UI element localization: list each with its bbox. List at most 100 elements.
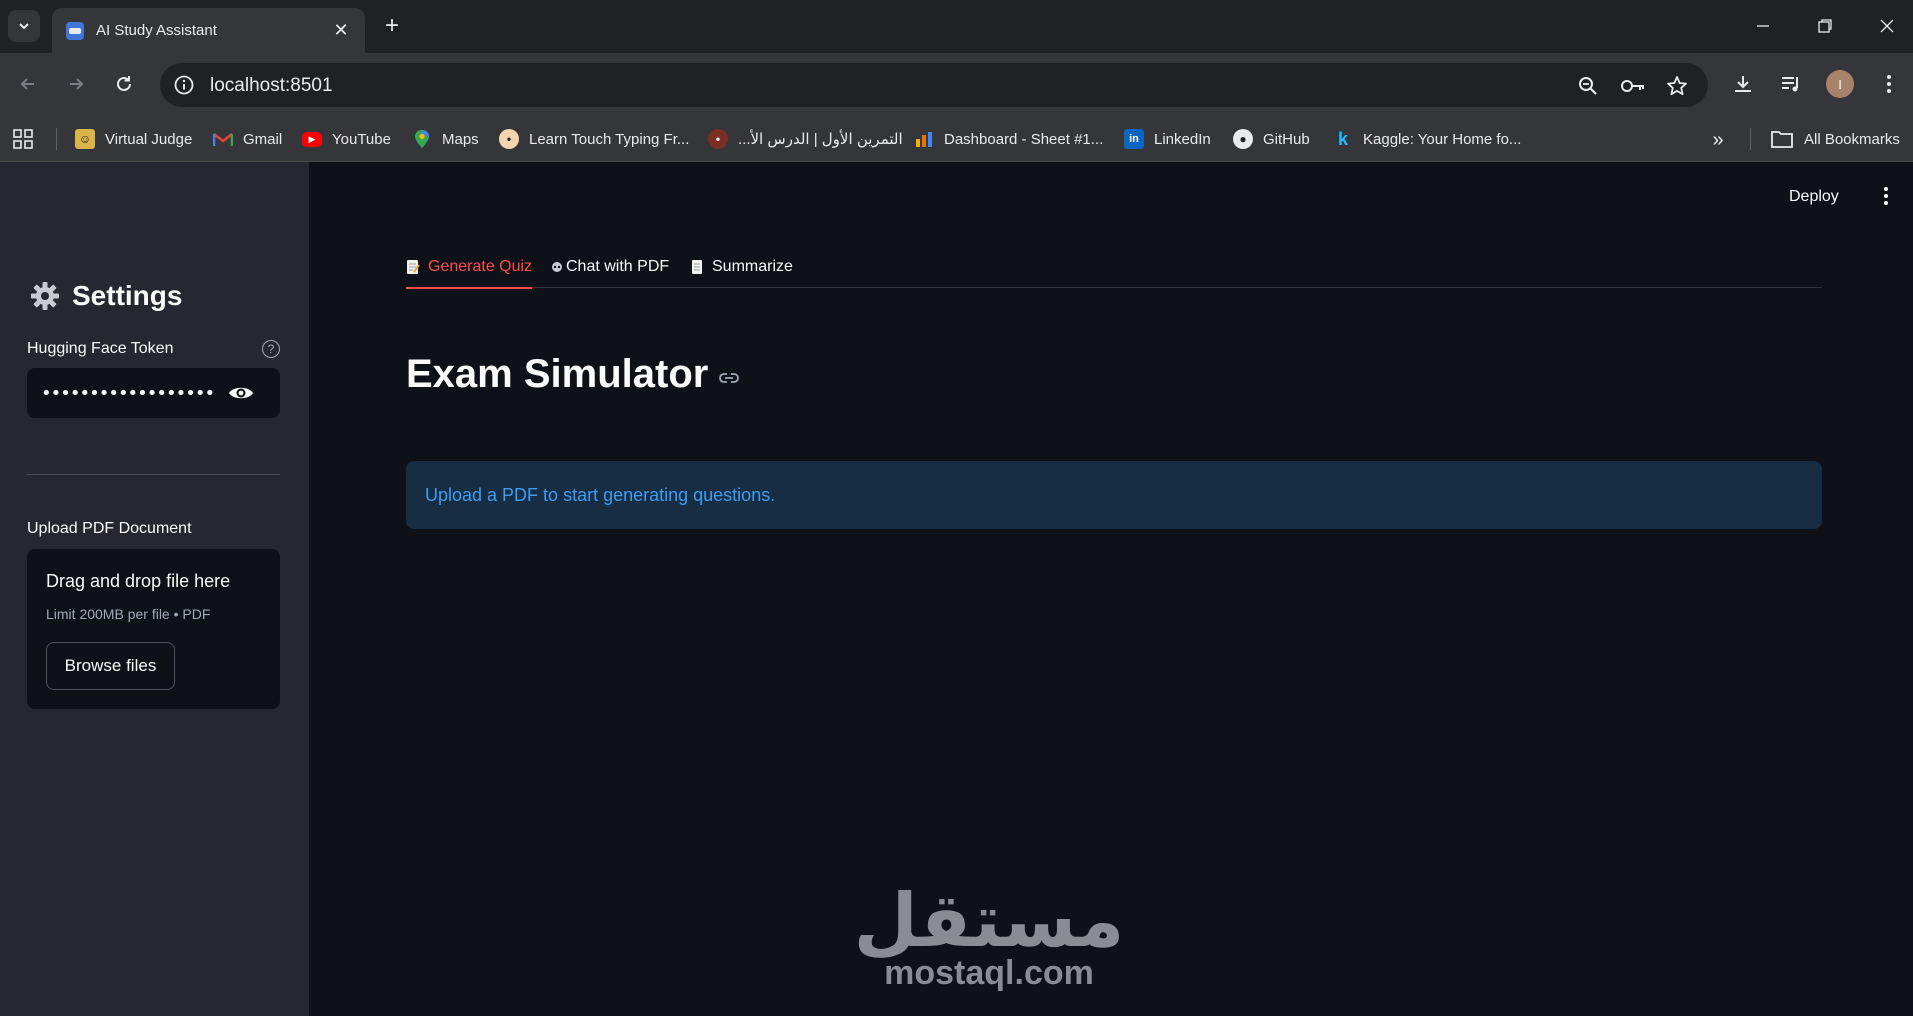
bookmark-gmail[interactable]: Gmail bbox=[213, 116, 282, 162]
restore-window-button[interactable] bbox=[1805, 10, 1845, 42]
virtual-judge-icon: ☺ bbox=[75, 129, 95, 149]
token-field[interactable] bbox=[27, 368, 280, 418]
bookmark-dashboard[interactable]: Dashboard - Sheet #1... bbox=[914, 116, 1103, 162]
site-info-icon[interactable] bbox=[172, 73, 196, 97]
youtube-icon: ▶ bbox=[302, 131, 322, 147]
close-window-button[interactable] bbox=[1867, 10, 1907, 42]
tab-label: Generate Quiz bbox=[428, 258, 533, 275]
kaggle-icon: k bbox=[1337, 128, 1348, 149]
show-password-eye-icon[interactable] bbox=[227, 380, 255, 406]
more-vertical-icon bbox=[1887, 75, 1891, 93]
tab-generate-quiz[interactable]: Generate Quiz bbox=[406, 246, 533, 289]
typing-icon: • bbox=[499, 129, 519, 149]
bookmark-label: YouTube bbox=[332, 130, 391, 148]
chevron-down-icon bbox=[19, 23, 29, 30]
bookmark-label: Maps bbox=[442, 130, 479, 148]
minimize-window-button[interactable] bbox=[1743, 10, 1783, 42]
dropzone-title: Drag and drop file here bbox=[46, 571, 231, 591]
sidebar-title: Settings bbox=[30, 280, 182, 312]
download-icon bbox=[1735, 76, 1751, 92]
tab-summarize[interactable]: Summarize bbox=[690, 246, 793, 288]
link-icon[interactable] bbox=[718, 367, 740, 389]
bookmark-label: التمرين الأول | الدرس الأ... bbox=[738, 131, 903, 148]
bookmark-maps[interactable]: Maps bbox=[412, 116, 479, 162]
dropzone-limit: Limit 200MB per file • PDF bbox=[46, 606, 211, 622]
tab-search-button[interactable] bbox=[8, 10, 40, 42]
bookmark-github[interactable]: ● GitHub bbox=[1233, 116, 1310, 162]
folder-icon bbox=[1771, 131, 1793, 148]
bookmark-label: Kaggle: Your Home fo... bbox=[1363, 130, 1522, 148]
memo-icon bbox=[407, 260, 420, 274]
main-content: Deploy Generate Quiz Chat with PDF Summa… bbox=[309, 162, 1913, 1016]
more-bookmarks-chevron-icon[interactable]: » bbox=[1705, 127, 1731, 153]
app-menu-button[interactable] bbox=[1874, 184, 1898, 208]
github-icon: ● bbox=[1233, 129, 1253, 149]
bookmark-youtube[interactable]: ▶ YouTube bbox=[302, 116, 391, 162]
password-key-icon[interactable] bbox=[1620, 73, 1646, 99]
tab-bar: Generate Quiz Chat with PDF Summarize bbox=[406, 246, 1822, 289]
gear-icon bbox=[31, 282, 59, 310]
gmail-icon bbox=[213, 129, 233, 149]
deploy-button[interactable]: Deploy bbox=[1789, 188, 1839, 206]
new-tab-button[interactable]: + bbox=[378, 12, 406, 40]
reload-icon bbox=[117, 76, 131, 91]
close-icon bbox=[1880, 19, 1894, 33]
reload-button[interactable] bbox=[109, 69, 139, 99]
tab-label: Summarize bbox=[712, 258, 793, 275]
url-text: localhost:8501 bbox=[210, 75, 333, 96]
robot-icon bbox=[552, 262, 562, 272]
page-title-text: Exam Simulator bbox=[406, 352, 709, 396]
bookmarks-separator bbox=[1750, 128, 1751, 150]
all-bookmarks-label: All Bookmarks bbox=[1804, 130, 1900, 148]
address-bar[interactable]: localhost:8501 bbox=[160, 63, 1708, 107]
profile-avatar[interactable]: I bbox=[1826, 70, 1854, 98]
back-button[interactable] bbox=[13, 69, 43, 99]
apps-grid-icon[interactable] bbox=[12, 128, 34, 150]
downloads-button[interactable] bbox=[1728, 69, 1758, 99]
bookmark-kaggle[interactable]: k Kaggle: Your Home fo... bbox=[1333, 116, 1521, 162]
info-message: Upload a PDF to start generating questio… bbox=[425, 484, 776, 505]
sidebar: Settings Hugging Face Token ? Upload PDF… bbox=[0, 162, 309, 1016]
file-dropzone[interactable]: Drag and drop file here Limit 200MB per … bbox=[27, 549, 280, 709]
bookmark-typing[interactable]: • Learn Touch Typing Fr... bbox=[499, 116, 689, 162]
dashboard-icon bbox=[914, 129, 934, 149]
browser-tab-title: AI Study Assistant bbox=[96, 22, 217, 39]
browse-files-button[interactable]: Browse files bbox=[46, 642, 175, 690]
bookmark-label: LinkedIn bbox=[1154, 130, 1211, 148]
linkedin-icon: in bbox=[1124, 129, 1144, 149]
bookmark-star-icon[interactable] bbox=[1664, 73, 1690, 99]
maps-icon bbox=[412, 129, 432, 149]
bookmark-label: Learn Touch Typing Fr... bbox=[529, 130, 690, 148]
bookmark-label: GitHub bbox=[1263, 130, 1310, 148]
more-vertical-icon bbox=[1884, 187, 1888, 205]
help-icon[interactable]: ? bbox=[262, 340, 280, 358]
bookmark-linkedin[interactable]: in LinkedIn bbox=[1124, 116, 1211, 162]
forward-button[interactable] bbox=[61, 69, 91, 99]
minimize-icon bbox=[1757, 25, 1769, 27]
all-bookmarks-button[interactable]: All Bookmarks bbox=[1770, 116, 1900, 162]
watermark-logo: مستقل mostaql.com bbox=[839, 884, 1139, 993]
close-tab-icon[interactable]: ✕ bbox=[331, 20, 351, 41]
token-label: Hugging Face Token bbox=[27, 340, 174, 357]
bookmark-label: Virtual Judge bbox=[105, 130, 193, 148]
arrow-right-icon bbox=[70, 78, 84, 90]
zoom-icon[interactable] bbox=[1575, 73, 1601, 99]
bookmark-lesson[interactable]: • التمرين الأول | الدرس الأ... bbox=[708, 116, 903, 162]
tab-label: Chat with PDF bbox=[566, 258, 670, 275]
token-input[interactable] bbox=[41, 382, 216, 404]
media-control-button[interactable] bbox=[1776, 69, 1806, 99]
browser-tabstrip: AI Study Assistant ✕ + bbox=[0, 0, 1913, 53]
sidebar-divider bbox=[27, 474, 280, 475]
tab-chat-with-pdf[interactable]: Chat with PDF bbox=[551, 246, 669, 288]
watermark-arabic: مستقل bbox=[853, 878, 1125, 964]
upload-label: Upload PDF Document bbox=[27, 520, 192, 537]
page-title: Exam Simulator bbox=[406, 352, 740, 397]
restore-icon bbox=[1818, 19, 1832, 33]
browser-tab-active[interactable]: AI Study Assistant ✕ bbox=[52, 8, 365, 53]
bookmark-virtual-judge[interactable]: ☺ Virtual Judge bbox=[75, 116, 192, 162]
page-icon bbox=[692, 260, 702, 274]
browser-toolbar: localhost:8501 I bbox=[0, 53, 1913, 116]
browser-menu-button[interactable] bbox=[1874, 69, 1904, 99]
bookmark-label: Gmail bbox=[243, 130, 283, 148]
playlist-icon bbox=[1782, 77, 1798, 92]
